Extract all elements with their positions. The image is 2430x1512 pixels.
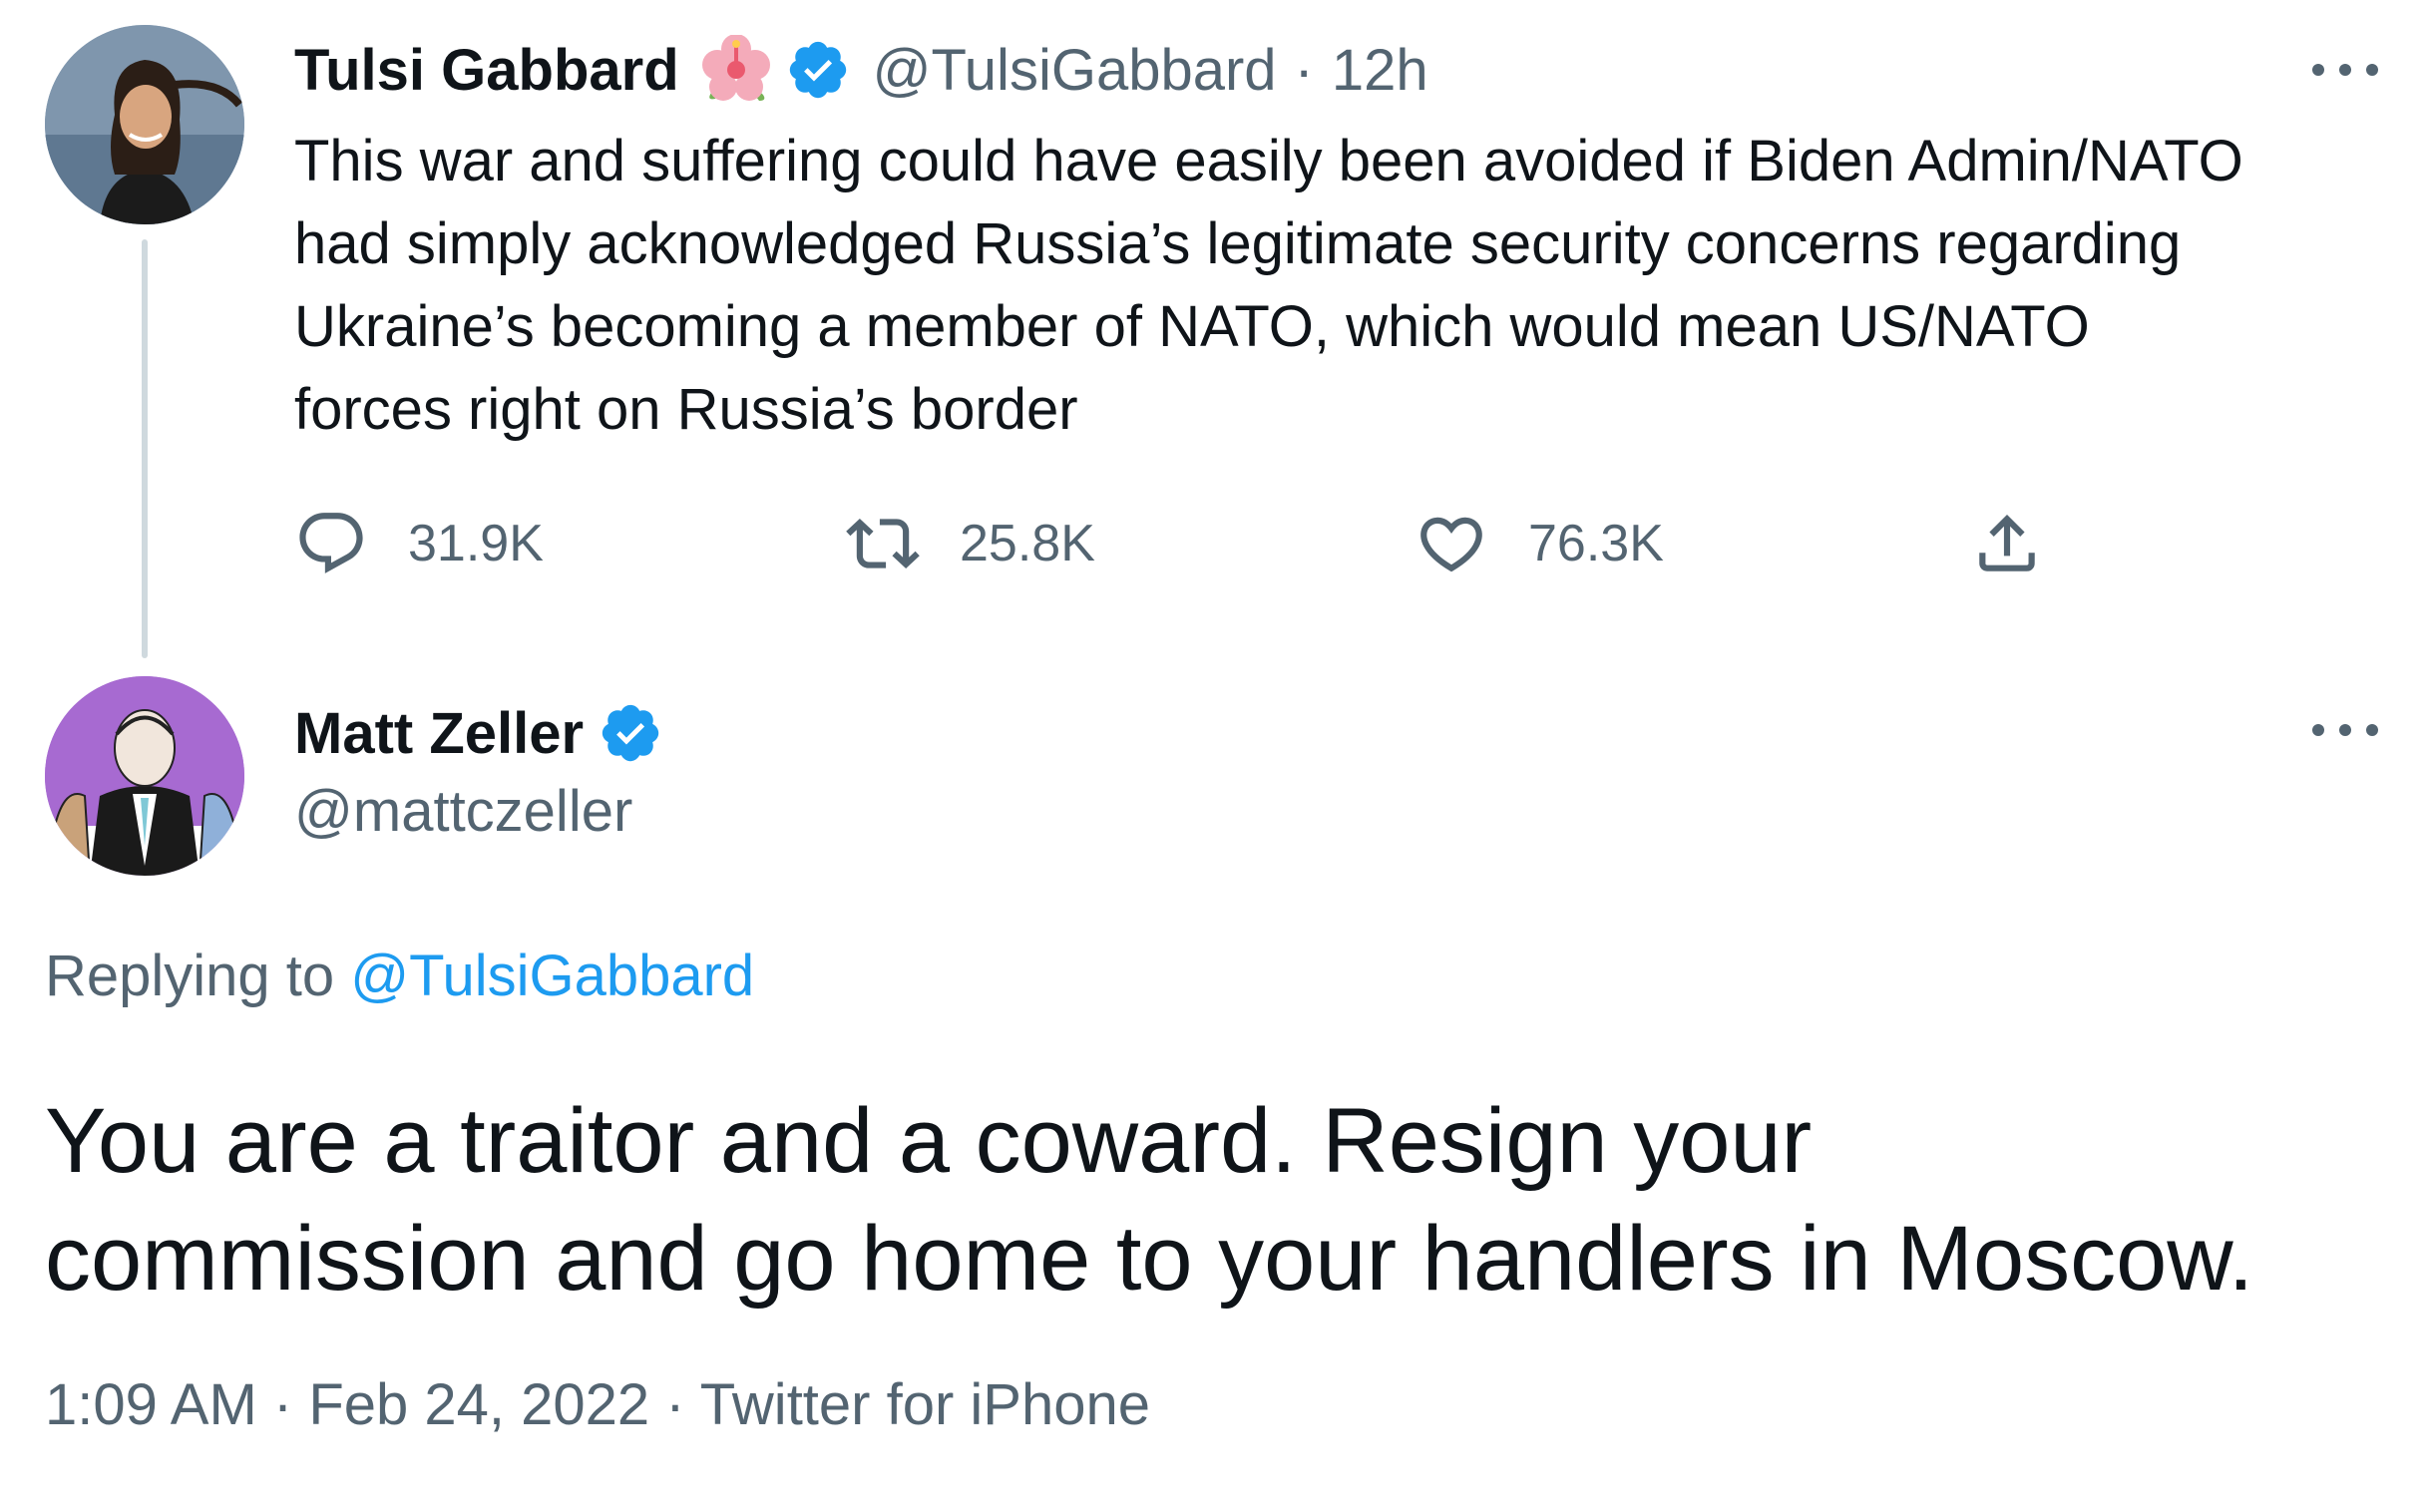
reply-tweet-header: Matt Zeller bbox=[294, 688, 685, 778]
reply-author-name[interactable]: Matt Zeller bbox=[294, 700, 584, 767]
parent-tweet-age[interactable]: 12h bbox=[1332, 37, 1428, 104]
reply-author-handle[interactable]: @mattczeller bbox=[294, 778, 632, 845]
parent-author-handle[interactable]: @TulsiGabbard bbox=[873, 37, 1277, 104]
reply-more-options-icon[interactable] bbox=[2312, 710, 2378, 750]
tweet-source-label: Twitter for iPhone bbox=[699, 1372, 1150, 1437]
heart-icon bbox=[1420, 517, 1482, 572]
avatar-cartoon-image bbox=[45, 676, 244, 876]
matt-zeller-avatar[interactable] bbox=[45, 676, 244, 876]
share-button[interactable] bbox=[1970, 499, 2084, 588]
avatar-portrait-image bbox=[45, 25, 244, 224]
verified-badge-icon bbox=[785, 37, 851, 103]
thread-connector-line bbox=[142, 239, 148, 658]
replying-to-line: Replying to @TulsiGabbard bbox=[45, 943, 754, 1009]
reply-button[interactable]: 31.9K bbox=[294, 499, 544, 588]
like-button[interactable]: 76.3K bbox=[1415, 499, 1664, 588]
retweet-icon bbox=[846, 518, 920, 569]
reply-tweet-text: You are a traitor and a coward. Resign y… bbox=[45, 1090, 2254, 1310]
like-count: 76.3K bbox=[1528, 515, 1664, 572]
parent-tweet-text: This war and suffering could have easily… bbox=[294, 129, 2243, 442]
meta-separator: · bbox=[649, 1372, 700, 1437]
parent-more-options-icon[interactable] bbox=[2312, 50, 2378, 90]
verified-badge-icon bbox=[598, 700, 663, 766]
tweet-date-link[interactable]: Feb 24, 2022 bbox=[308, 1372, 649, 1437]
parent-author-name[interactable]: Tulsi Gabbard bbox=[294, 37, 679, 104]
replying-to-label: Replying to bbox=[45, 944, 351, 1008]
parent-tweet-header: Tulsi Gabbard @TulsiGabbard · 12h bbox=[294, 30, 1428, 110]
tulsi-gabbard-avatar[interactable] bbox=[45, 25, 244, 224]
tweet-metadata-row: 1:09 AM · Feb 24, 2022 · Twitter for iPh… bbox=[45, 1371, 1150, 1438]
meta-separator: · bbox=[256, 1372, 309, 1437]
hibiscus-emoji-icon bbox=[701, 34, 771, 105]
replying-to-mention-link[interactable]: @TulsiGabbard bbox=[350, 944, 754, 1008]
tweet-time-link[interactable]: 1:09 AM bbox=[45, 1372, 257, 1437]
reply-icon bbox=[299, 513, 363, 573]
retweet-button[interactable]: 25.8K bbox=[846, 499, 1095, 588]
reply-count: 31.9K bbox=[408, 515, 544, 572]
retweet-count: 25.8K bbox=[960, 515, 1095, 572]
header-separator: · bbox=[1294, 37, 1314, 103]
share-icon bbox=[1979, 514, 2035, 571]
